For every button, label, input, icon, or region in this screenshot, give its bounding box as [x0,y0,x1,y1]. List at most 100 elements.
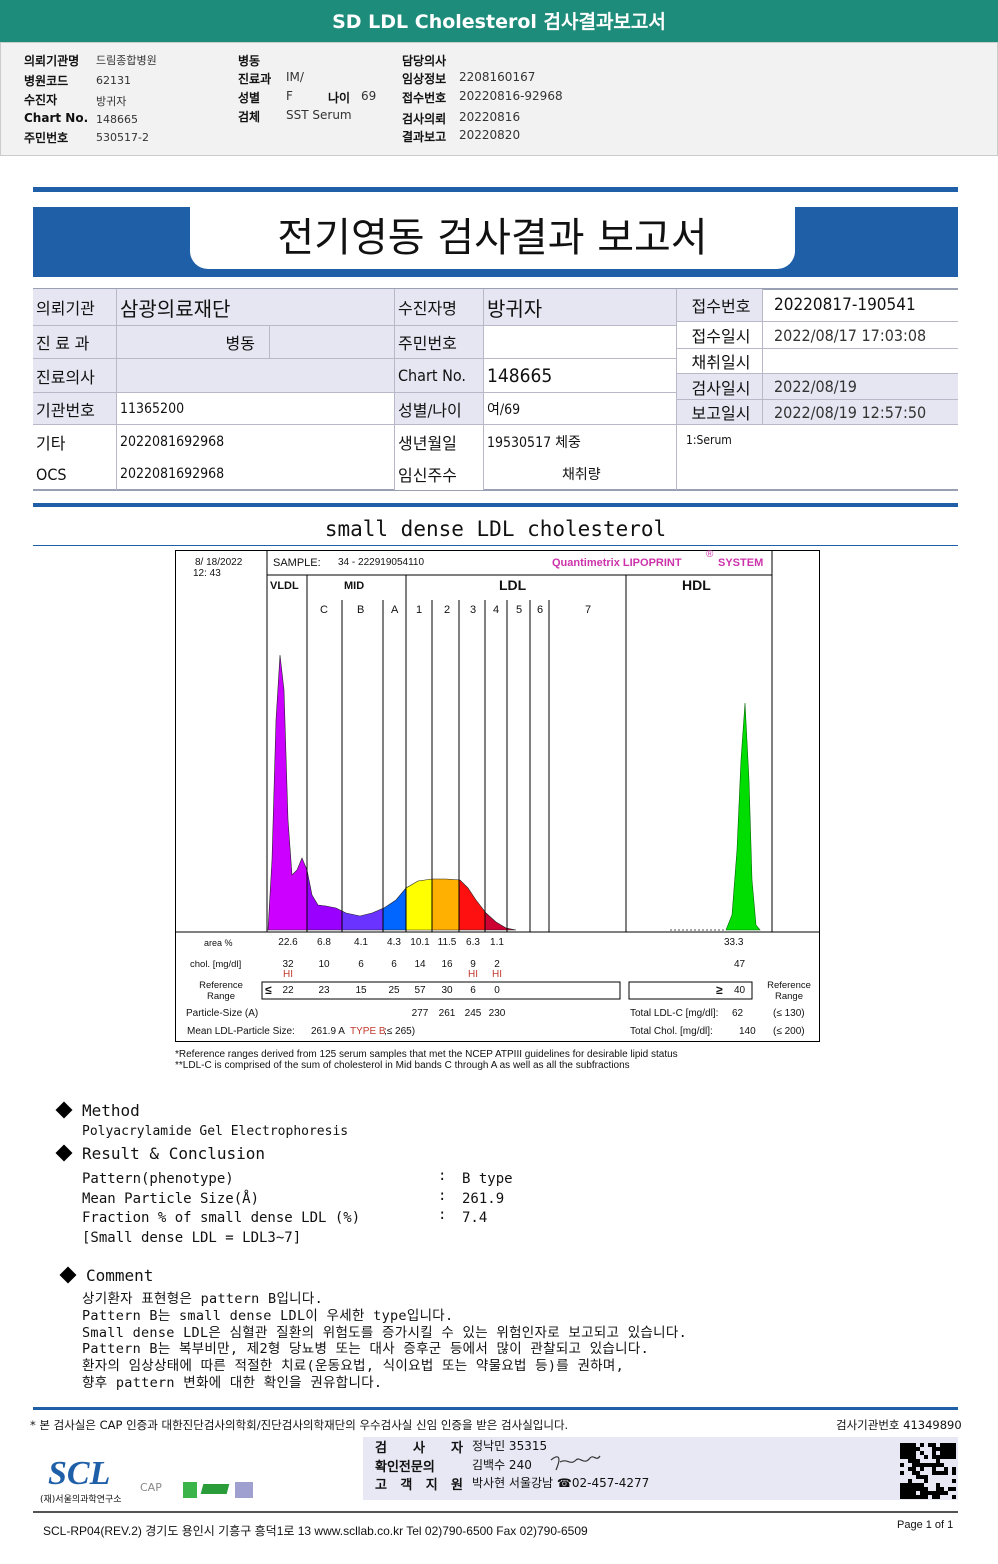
band-label: 4 [493,604,500,616]
cap-logo: CAP [140,1481,162,1494]
chol-value: 10 [318,959,330,970]
result-label: Fraction % of small dense LDL (%) [82,1210,361,1226]
staff-name: 박사현 서울강남 ☎02-457-4277 [472,1476,650,1490]
result-label: Pattern(phenotype) [82,1171,234,1187]
table-cell: 병동 [117,326,270,359]
info-label: 주민번호 [24,131,69,145]
table-cell: 채취일시 [677,349,763,374]
reference-value: 6 [470,985,476,996]
hi-flag: HI [492,969,502,980]
reference-value: 57 [414,985,426,996]
info-label: 수진자 [24,93,58,107]
table-cell: 진 료 과 [33,326,117,359]
total-chol-ref: (≤ 200) [773,1026,805,1037]
diamond-bullet-icon [59,1266,77,1284]
area-value: 22.6 [278,937,298,948]
table-cell [270,326,395,359]
method-title: Method [82,1101,140,1120]
row-label: Total LDL-C [mg/dl]: [630,1008,719,1019]
particle-size: 245 [464,1008,482,1019]
chol-value: 6 [391,959,397,970]
row-label: Total Chol. [mg/dl]: [630,1026,713,1037]
result-label: Mean Particle Size(Å) [82,1190,260,1207]
divider [33,503,958,507]
band-label: 7 [585,604,592,616]
chol-value: 14 [414,959,426,970]
info-value: 530517-2 [96,131,149,144]
area-value: 6.3 [466,937,480,948]
band-label: C [320,604,328,616]
area-value: 4.1 [354,937,368,948]
table-cell [484,326,677,359]
reference-value: 0 [494,985,500,996]
result-value: B type [462,1171,513,1187]
table-cell: 148665 [484,359,677,393]
row-label: Reference Range [767,980,811,1002]
separator: : [438,1168,447,1184]
info-value: 148665 [96,113,138,126]
total-ldl-ref: (≤ 130) [773,1008,805,1019]
diamond-bullet-icon [55,1101,73,1119]
info-label: 의뢰기관명 [24,54,80,68]
scl-logo: SCL [48,1455,111,1492]
chart-time: 12: 43 [193,568,221,579]
brand-mark: ® [706,549,714,560]
separator: : [438,1187,447,1204]
report-title: 전기영동 검사결과 보고서 [190,207,795,269]
group-hdl: HDL [682,577,711,593]
brand-name: SYSTEM [718,557,764,569]
info-value: 69 [361,89,377,103]
table-cell: 의뢰기관 [33,289,117,326]
info-value: 방귀자 [96,95,127,108]
info-label: 담당의사 [402,54,447,68]
info-value: 20220816 [459,110,521,124]
table-cell: 2022/08/19 12:57:50 [763,400,958,425]
ge-symbol: ≥ [716,983,723,997]
group-vldl: VLDL [270,580,299,592]
reference-value: 23 [318,985,330,996]
staff-name: 정낙민 35315 [472,1439,548,1453]
staff-role: 검 사 자 [375,1441,463,1456]
info-label: 결과보고 [402,130,447,144]
band-label: A [391,604,399,616]
mean-ref: ;≤ 265) [384,1026,416,1037]
separator: : [438,1207,447,1223]
area-value: 10.1 [410,937,430,948]
result-note: [Small dense LDL = LDL3~7] [82,1230,302,1246]
table-cell: 접수일시 [677,322,763,349]
diamond-bullet-icon [55,1144,73,1162]
le-symbol: ≤ [265,983,272,997]
band-label: 1 [416,604,423,616]
info-label: 임상정보 [402,72,447,86]
table-cell: 2022/08/19 [763,374,958,400]
band-label: B [357,604,365,616]
comment-line: 향후 pattern 변화에 대한 확인을 권유합니다. [82,1375,383,1391]
table-cell: 19530517 체중 [484,425,677,458]
info-label: 접수번호 [402,91,447,105]
info-value: 20220820 [459,128,521,142]
row-label: chol. [mg/dl] [190,959,242,970]
total-chol-value: 140 [739,1026,756,1037]
group-mid: MID [344,580,365,592]
total-ldl-value: 62 [732,1008,744,1019]
footer-address: SCL-RP04(REV.2) 경기도 용인시 기흥구 흥덕1로 13 www.… [43,1524,588,1538]
table-cell: 11365200 [117,393,395,425]
band-label: 6 [537,604,544,616]
table-cell: 20220817-190541 [763,289,958,322]
table-cell: 2022/08/17 17:03:08 [763,322,958,349]
info-value: 62131 [96,74,131,87]
accreditation-logo [235,1482,253,1498]
chart-date: 8/ 18/2022 [195,557,243,568]
footnote: **LDL-C is comprised of the sum of chole… [175,1060,630,1071]
table-cell: 삼광의료재단 [117,289,395,326]
reference-value: 25 [388,985,400,996]
info-value: IM/ [286,70,304,84]
reference-value: 40 [734,985,746,996]
table-cell: 여/69 [484,393,677,425]
phenotype: TYPE B [350,1026,386,1037]
info-value: F [286,89,293,103]
info-label: 성별 [238,91,261,105]
scl-logo-subtitle: (재)서울의과학연구소 [40,1495,122,1505]
brand-name: Quantimetrix LIPOPRINT [552,557,682,569]
section-subtitle: small dense LDL cholesterol [324,517,667,541]
